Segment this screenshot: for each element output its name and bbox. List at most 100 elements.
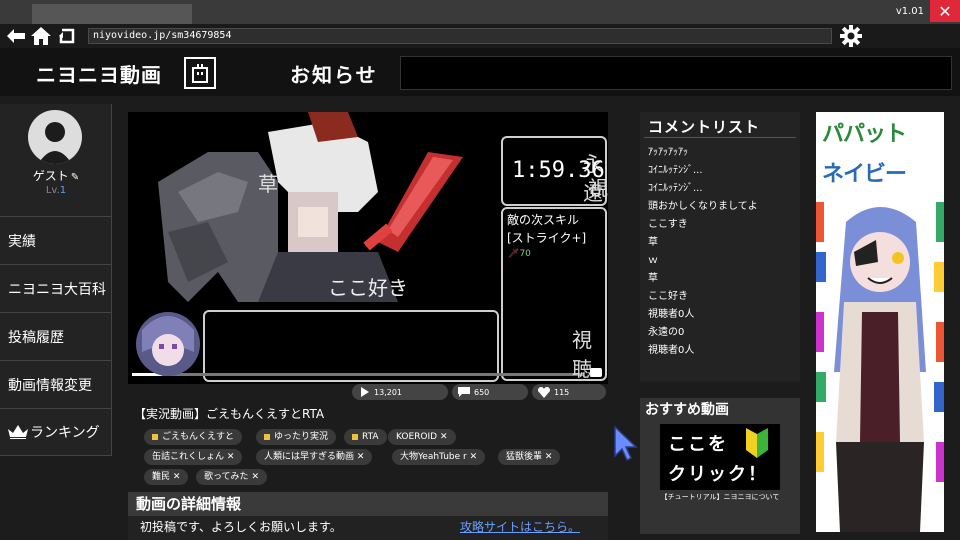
- lock-icon: [352, 433, 358, 440]
- sidebar-item-history[interactable]: 投稿履歴: [0, 312, 112, 360]
- tag[interactable]: 大物YeahTube r ✕: [392, 449, 486, 465]
- ad-headline: ネイビー: [822, 162, 907, 187]
- comment-item: 視聴者0人: [648, 309, 695, 320]
- skill-name: [ストライク+]: [507, 231, 587, 245]
- reload-icon: [59, 28, 75, 44]
- level-prefix: Lv.: [45, 185, 60, 196]
- mouse-cursor-icon: [614, 426, 638, 462]
- site-title[interactable]: ニヨニヨ動画: [36, 59, 162, 88]
- view-count-value: 13,201: [374, 387, 402, 397]
- sidebar-item-label: ニヨニヨ大百科: [8, 281, 106, 298]
- guide-link[interactable]: 攻略サイトはこちら。: [460, 518, 580, 535]
- lock-icon: [152, 433, 158, 440]
- sidebar-item-ranking[interactable]: ランキング: [0, 408, 112, 456]
- remove-icon[interactable]: ✕: [357, 452, 365, 462]
- game-scene: [132, 112, 607, 382]
- remove-icon[interactable]: ✕: [173, 472, 181, 482]
- tag[interactable]: 歌ってみた ✕: [196, 469, 267, 485]
- tag[interactable]: ごえもんくえすと: [144, 429, 243, 445]
- comment-item: ここ好き: [648, 291, 688, 302]
- arrow-left-icon: [7, 29, 25, 43]
- skill-value: 70: [519, 249, 531, 259]
- player-stats: 13,201 650 115: [352, 384, 608, 400]
- remove-icon[interactable]: ✕: [440, 432, 448, 442]
- address-bar[interactable]: niyovideo.jp/sm34679854: [88, 28, 832, 44]
- comment-icon: [458, 387, 470, 397]
- crown-icon: [8, 425, 28, 439]
- sidebar-item-label: 実績: [8, 233, 36, 250]
- remove-icon[interactable]: ✕: [470, 452, 478, 462]
- tag-label: 人類には早すぎる動画: [264, 452, 355, 462]
- sidebar-item-encyclopedia[interactable]: ニヨニヨ大百科: [0, 264, 112, 312]
- remove-icon[interactable]: ✕: [227, 452, 235, 462]
- video-title: 【実況動画】ごえもんくえすとRTA: [134, 407, 325, 421]
- tag-label: 猛獣後輩: [506, 452, 543, 462]
- close-button[interactable]: ✕: [930, 0, 960, 22]
- overlay-comment: 視聴: [572, 328, 592, 381]
- ad-banner[interactable]: パパット ネイビー: [816, 112, 944, 532]
- recommend-thumbnail[interactable]: ここを クリック！: [660, 424, 780, 490]
- close-icon: ✕: [938, 1, 952, 21]
- comment-item: 視聴者0人: [648, 345, 695, 356]
- video-player[interactable]: 草 ここ好き 永遠 視 視聴 1:59.36 敵の次スキル [ストライク+] 🗡…: [128, 112, 608, 384]
- comment-item: ｺｲﾆﾙｯﾃﾝｼﾞ...: [648, 165, 703, 176]
- beginner-mark-icon: [746, 428, 768, 458]
- skill-power: 🗡70: [508, 249, 531, 259]
- tag-label: 大物YeahTube r: [400, 452, 467, 462]
- tag[interactable]: RTA: [344, 429, 387, 445]
- comment-item: 永遠の0: [648, 327, 685, 338]
- gear-icon: [840, 25, 862, 47]
- comment-item: 草: [648, 237, 658, 248]
- overlay-comment: ここ好き: [328, 276, 408, 300]
- version-label: v1.01: [895, 6, 924, 17]
- tag[interactable]: 缶詰これくしょん ✕: [144, 449, 243, 465]
- reload-button[interactable]: [57, 26, 77, 46]
- sidebar-item-label: 動画情報変更: [8, 377, 92, 394]
- sidebar-item-achievements[interactable]: 実績: [0, 216, 112, 264]
- comment-item: ｺｲﾆﾙｯﾃﾝｼﾞ...: [648, 183, 703, 194]
- tag[interactable]: 難民 ✕: [144, 469, 189, 485]
- view-count: 13,201: [352, 384, 448, 400]
- mascot-icon[interactable]: [184, 57, 216, 89]
- thumb-text: クリック！: [668, 464, 768, 485]
- edit-icon[interactable]: ✎: [71, 172, 79, 183]
- tag-label: ゆったり実況: [274, 432, 329, 442]
- tag[interactable]: ゆったり実況: [256, 429, 337, 445]
- skill-label: 敵の次スキル: [507, 213, 580, 227]
- user-level: Lv.1: [0, 185, 112, 196]
- divider: [644, 137, 796, 138]
- home-icon: [31, 27, 51, 45]
- sword-icon: 🗡: [508, 249, 520, 259]
- sidebar-item-edit-info[interactable]: 動画情報変更: [0, 360, 112, 408]
- remove-icon[interactable]: ✕: [251, 472, 259, 482]
- tag[interactable]: 人類には早すぎる動画 ✕: [256, 449, 373, 465]
- tag[interactable]: KOEROID ✕: [388, 429, 456, 445]
- remove-icon[interactable]: ✕: [545, 452, 553, 462]
- comment-count: 650: [452, 384, 528, 400]
- avatar[interactable]: [28, 110, 82, 164]
- lock-icon: [264, 433, 270, 440]
- comment-item: 草: [648, 273, 658, 284]
- comment-item: ｱｯｱｯｱｯｱｯ: [648, 147, 688, 158]
- play-icon: [361, 387, 369, 397]
- tag-label: RTA: [362, 432, 379, 442]
- heart-icon: [538, 387, 550, 398]
- news-ticker: [400, 56, 952, 90]
- tag[interactable]: 猛獣後輩 ✕: [498, 449, 561, 465]
- level-value: 1: [59, 185, 67, 196]
- back-button[interactable]: [6, 26, 26, 46]
- comment-count-value: 650: [474, 387, 490, 397]
- settings-button[interactable]: [840, 25, 862, 47]
- tag-label: KOEROID: [396, 432, 438, 442]
- username[interactable]: ゲスト ✎: [0, 167, 112, 184]
- recommend-title: おすすめ動画: [645, 402, 729, 418]
- ad-headline: パパット: [822, 122, 907, 147]
- tag-label: 缶詰これくしょん: [152, 452, 225, 462]
- home-button[interactable]: [31, 26, 51, 46]
- browser-tab[interactable]: [32, 4, 192, 24]
- comment-item: ｗ: [648, 255, 658, 266]
- like-count[interactable]: 115: [532, 384, 606, 400]
- sidebar-item-label: 投稿履歴: [8, 329, 64, 346]
- overlay-comment: 草: [258, 172, 278, 196]
- recommend-caption[interactable]: 【チュートリアル】ニヨニヨについて: [640, 492, 800, 502]
